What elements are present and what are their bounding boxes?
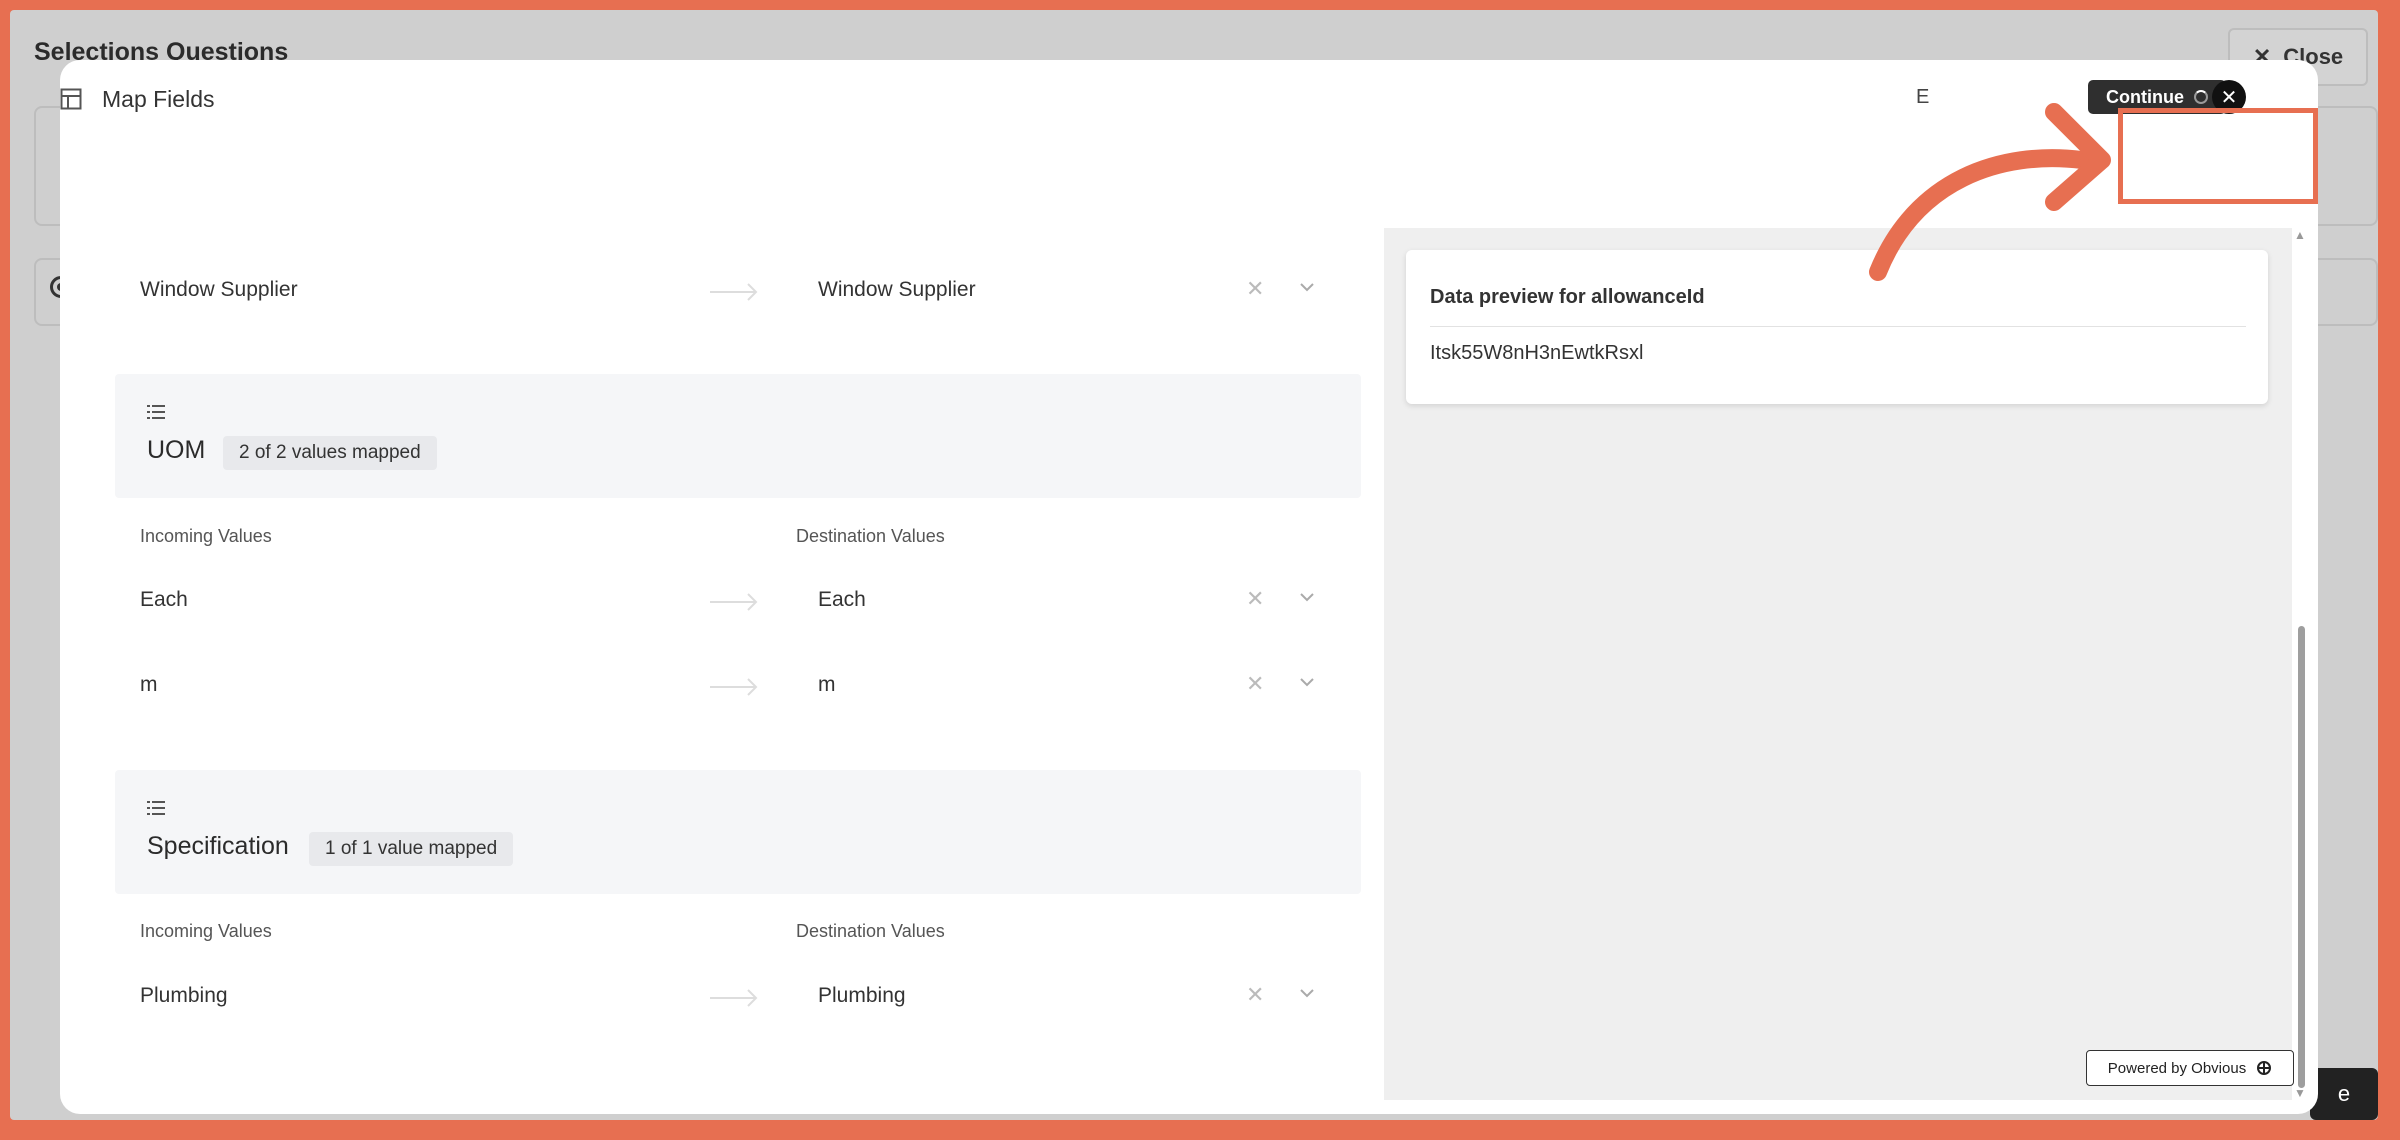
annotation-arrow-icon	[1869, 103, 2111, 281]
